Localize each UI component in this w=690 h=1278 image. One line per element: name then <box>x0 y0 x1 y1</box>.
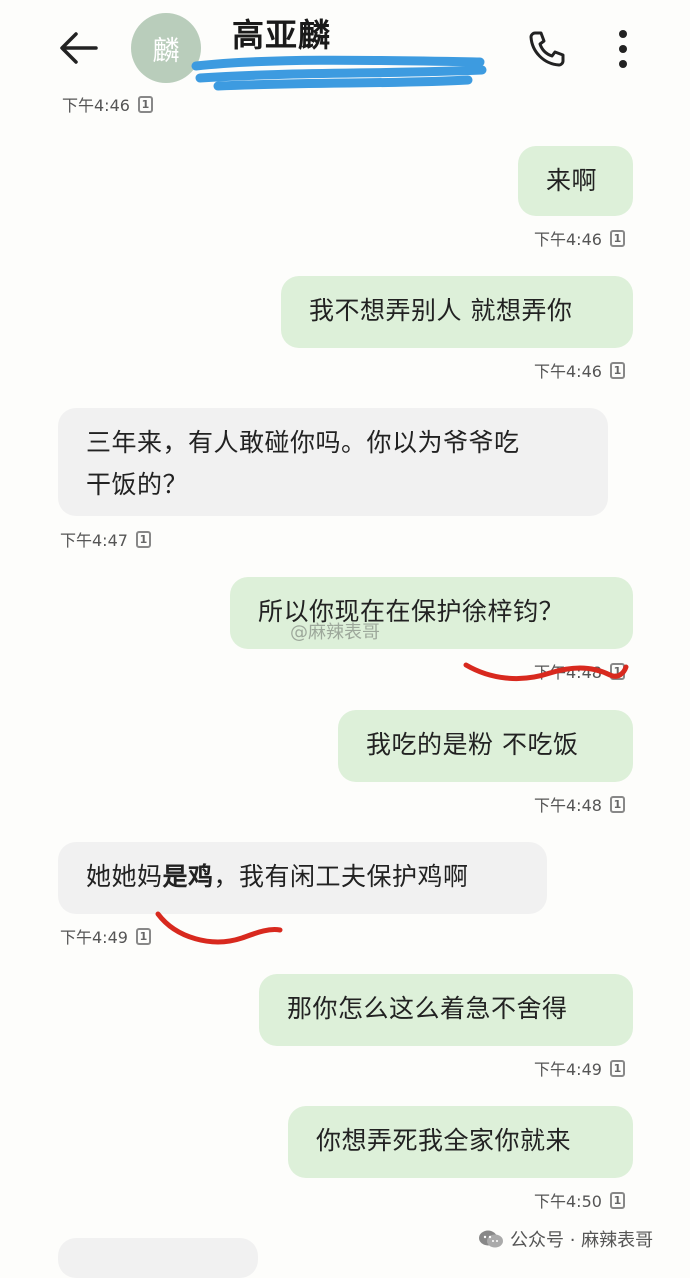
message-timestamp: 下午4:49 1 <box>534 1056 625 1080</box>
sim-card-icon: 1 <box>609 229 625 247</box>
sim-card-icon: 1 <box>609 1059 625 1077</box>
message-timestamp: 下午4:49 1 <box>60 924 151 948</box>
message-bubble-outgoing[interactable]: 那你怎么这么着急不舍得 <box>259 974 633 1046</box>
top-app-bar: 麟 高亚麟 <box>0 0 690 96</box>
blue-scribble-redaction <box>191 55 487 91</box>
message-timestamp: 下午4:50 1 <box>534 1188 625 1212</box>
back-button[interactable] <box>54 24 104 74</box>
message-bubble-incoming-partial[interactable] <box>58 1238 258 1278</box>
message-timestamp: 下午4:47 1 <box>60 527 151 551</box>
message-timestamp: 下午4:46 1 <box>534 226 625 250</box>
more-vertical-icon <box>619 30 627 68</box>
sim-card-icon: 1 <box>135 530 151 548</box>
message-bubble-incoming[interactable]: 她她妈是鸡，我有闲工夫保护鸡啊 <box>58 842 547 914</box>
wechat-watermark: 公众号 · 麻辣表哥 <box>478 1226 653 1252</box>
timestamp-top: 下午4:46 1 <box>62 92 153 116</box>
message-bubble-outgoing[interactable]: 来啊 <box>518 146 633 216</box>
message-bubble-incoming[interactable]: 三年来，有人敢碰你吗。你以为爷爷吃 干饭的？ <box>58 408 608 516</box>
message-bubble-outgoing[interactable]: 你想弄死我全家你就来 <box>288 1106 633 1178</box>
phone-icon <box>529 31 565 67</box>
call-button[interactable] <box>526 28 568 70</box>
sim-card-icon: 1 <box>137 95 153 113</box>
sim-card-icon: 1 <box>609 1191 625 1209</box>
red-underline-mark <box>463 662 629 682</box>
sim-card-icon: 1 <box>609 795 625 813</box>
sim-card-icon: 1 <box>135 927 151 945</box>
contact-name: 高亚麟 <box>232 16 332 54</box>
message-timestamp: 下午4:48 1 <box>534 792 625 816</box>
message-bubble-outgoing[interactable]: 我吃的是粉 不吃饭 <box>338 710 633 782</box>
arrow-left-icon <box>60 32 98 64</box>
bold-text: 是鸡 <box>162 862 214 891</box>
wechat-icon <box>479 1230 503 1248</box>
weibo-watermark: @麻辣表哥 <box>290 622 380 643</box>
more-options-button[interactable] <box>606 26 640 72</box>
message-timestamp: 下午4:46 1 <box>534 358 625 382</box>
message-bubble-outgoing[interactable]: 我不想弄别人 就想弄你 <box>281 276 633 348</box>
sim-card-icon: 1 <box>609 361 625 379</box>
red-underline-mark <box>155 911 283 945</box>
